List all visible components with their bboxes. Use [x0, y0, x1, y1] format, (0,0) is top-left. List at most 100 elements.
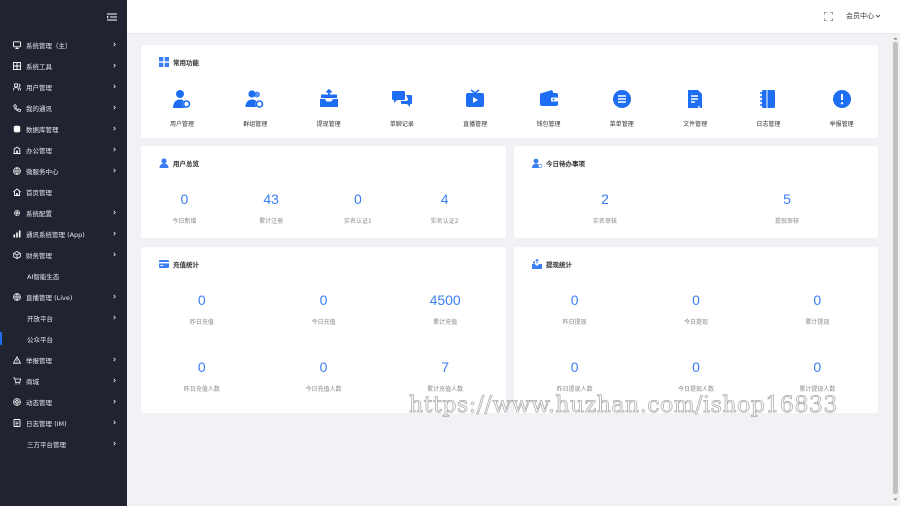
user-clock-icon: [532, 158, 542, 168]
sidebar-item-18[interactable]: 日志管理 (IM): [0, 412, 127, 433]
sidebar: 系统管理（主） 系统工具用户管理我的通讯数据库管理 办公管理微服务中心首页管理 系统配…: [0, 0, 127, 506]
withdraw-icon: [532, 259, 542, 269]
stat-label: 今日新增: [172, 218, 197, 225]
function-item-5[interactable]: 钱包管理: [519, 88, 579, 128]
recharge-stat-2: 4500 累计充值: [400, 292, 490, 326]
sidebar-menu: 系统管理（主） 系统工具用户管理我的通讯数据库管理 办公管理微服务中心首页管理 系统配…: [0, 34, 127, 454]
recharge-stat-0: 0 昨日充值: [157, 292, 247, 326]
withdraw-stats-card: 提现统计 0 昨日提现 0 今日提现 0 累计提现 0 昨日提现人数 0 今日提现人数 0 累计提现人…: [514, 247, 878, 413]
member-center-dropdown[interactable]: 会员中心: [846, 11, 881, 21]
card-icon: [159, 259, 169, 269]
function-item-label: 群组管理: [243, 121, 268, 128]
stat-value: 7: [441, 359, 450, 375]
sidebar-item-15[interactable]: 举报管理: [0, 349, 127, 370]
sidebar-item-11[interactable]: AI智能生态: [0, 265, 127, 286]
stat-label: 累计提现人数: [799, 386, 836, 393]
sidebar-item-8[interactable]: 系统配置: [0, 202, 127, 223]
top-header: 会员中心: [127, 0, 900, 34]
globe-icon: [12, 166, 21, 175]
stat-label: 实名认证1: [343, 218, 372, 225]
sidebar-item-label: 举报管理: [26, 356, 52, 365]
scroll-down-arrow-icon[interactable]: [893, 497, 898, 502]
function-item-7[interactable]: 文件管理: [665, 88, 725, 128]
recharge-stat-4: 0 今日充值人数: [279, 359, 369, 393]
stat-value: 2: [601, 191, 609, 207]
function-item-6[interactable]: 菜单管理: [592, 88, 652, 128]
stat-value: 0: [319, 292, 328, 308]
recharge-stat-3: 0 昨日充值人数: [157, 359, 247, 393]
sidebar-item-4[interactable]: 数据库管理: [0, 118, 127, 139]
chevron-down-icon: [875, 14, 881, 18]
chevron-right-icon: [111, 147, 117, 153]
function-item-9[interactable]: 举报管理: [812, 88, 872, 128]
stat-label: 今日充值: [311, 319, 336, 326]
sidebar-item-17[interactable]: 动态管理: [0, 391, 127, 412]
watermark-url: https://www.huzhan.com/ishop16833: [409, 393, 838, 419]
chevron-right-icon: [111, 378, 117, 384]
todo-card: 今日待办事项 2 实名审核 5 提现审核: [514, 146, 878, 238]
scrollbar-thumb[interactable]: [893, 42, 898, 494]
collapse-menu-icon[interactable]: [107, 13, 117, 21]
sidebar-item-label: 三方平台管理: [27, 440, 66, 449]
sidebar-item-label: 我的通讯: [26, 104, 52, 113]
stat-label: 今日提现人数: [677, 386, 714, 393]
sidebar-item-2[interactable]: 用户管理: [0, 76, 127, 97]
sidebar-item-12[interactable]: 直播管理 (Live): [0, 286, 127, 307]
withdraw-stat-3: 0 昨日提现人数: [530, 359, 620, 393]
sidebar-item-1[interactable]: 系统工具: [0, 55, 127, 76]
function-item-label: 提现管理: [316, 121, 341, 128]
stat-label: 昨日提现人数: [556, 386, 593, 393]
function-item-0[interactable]: 用户管理: [152, 88, 212, 128]
stat-value: 0: [197, 292, 206, 308]
user-summary-title: 用户总览: [159, 158, 199, 168]
fullscreen-icon[interactable]: [824, 12, 833, 21]
sidebar-item-5[interactable]: 办公管理: [0, 139, 127, 160]
function-item-label: 日志管理: [756, 121, 781, 128]
user_summary-stat-2: 0 实名认证1: [313, 191, 403, 225]
aperture-icon: [12, 397, 21, 406]
chevron-right-icon: [111, 231, 117, 237]
withdraw-tray-icon: [318, 88, 340, 110]
sidebar-item-7[interactable]: 首页管理: [0, 181, 127, 202]
sidebar-item-19[interactable]: 三方平台管理: [0, 433, 127, 454]
sidebar-item-13[interactable]: 开放平台: [0, 307, 127, 328]
cube-icon: [12, 250, 21, 259]
function-item-1[interactable]: 群组管理: [225, 88, 285, 128]
tv-play-icon: [464, 88, 486, 110]
recharge-stat-1: 0 今日充值: [279, 292, 369, 326]
common-functions-title-text: 常用功能: [173, 59, 199, 67]
chevron-right-icon: [111, 168, 117, 174]
sidebar-item-label: 动态管理: [26, 398, 52, 407]
sidebar-item-16[interactable]: 商城: [0, 370, 127, 391]
function-item-8[interactable]: 日志管理: [738, 88, 798, 128]
function-item-3[interactable]: 单聊记录: [372, 88, 432, 128]
function-item-label: 钱包管理: [536, 121, 561, 128]
users-icon: [12, 82, 21, 91]
chevron-right-icon: [111, 126, 117, 132]
withdraw-stat-0: 0 昨日提现: [530, 292, 620, 326]
sidebar-item-label: 开放平台: [27, 314, 53, 323]
withdraw-title: 提现统计: [532, 259, 572, 269]
stat-label: 累计充值: [433, 319, 458, 326]
recharge-title: 充值统计: [159, 259, 199, 269]
phone-icon: [12, 103, 21, 112]
sidebar-item-3[interactable]: 我的通讯: [0, 97, 127, 118]
function-item-label: 菜单管理: [609, 121, 634, 128]
function-item-4[interactable]: 直播管理: [445, 88, 505, 128]
scroll-up-arrow-icon[interactable]: [893, 36, 898, 41]
sidebar-item-0[interactable]: 系统管理（主）: [0, 34, 127, 55]
sidebar-item-label: 微服务中心: [26, 167, 59, 176]
sidebar-item-label: 用户管理: [26, 83, 52, 92]
sidebar-item-6[interactable]: 微服务中心: [0, 160, 127, 181]
chevron-right-icon: [111, 420, 117, 426]
function-item-label: 用户管理: [169, 121, 194, 128]
stat-label: 提现审核: [774, 218, 799, 225]
sidebar-item-10[interactable]: 财务管理: [0, 244, 127, 265]
sidebar-item-9[interactable]: 通讯系统管理 (App): [0, 223, 127, 244]
member-center-label: 会员中心: [846, 12, 874, 20]
sidebar-item-label: 通讯系统管理 (App): [26, 230, 85, 239]
function-item-2[interactable]: 提现管理: [299, 88, 359, 128]
stat-label: 实名认证2: [430, 218, 459, 225]
user_summary-stat-0: 0 今日新增: [139, 191, 229, 225]
sidebar-item-14[interactable]: 公众平台: [0, 328, 127, 349]
